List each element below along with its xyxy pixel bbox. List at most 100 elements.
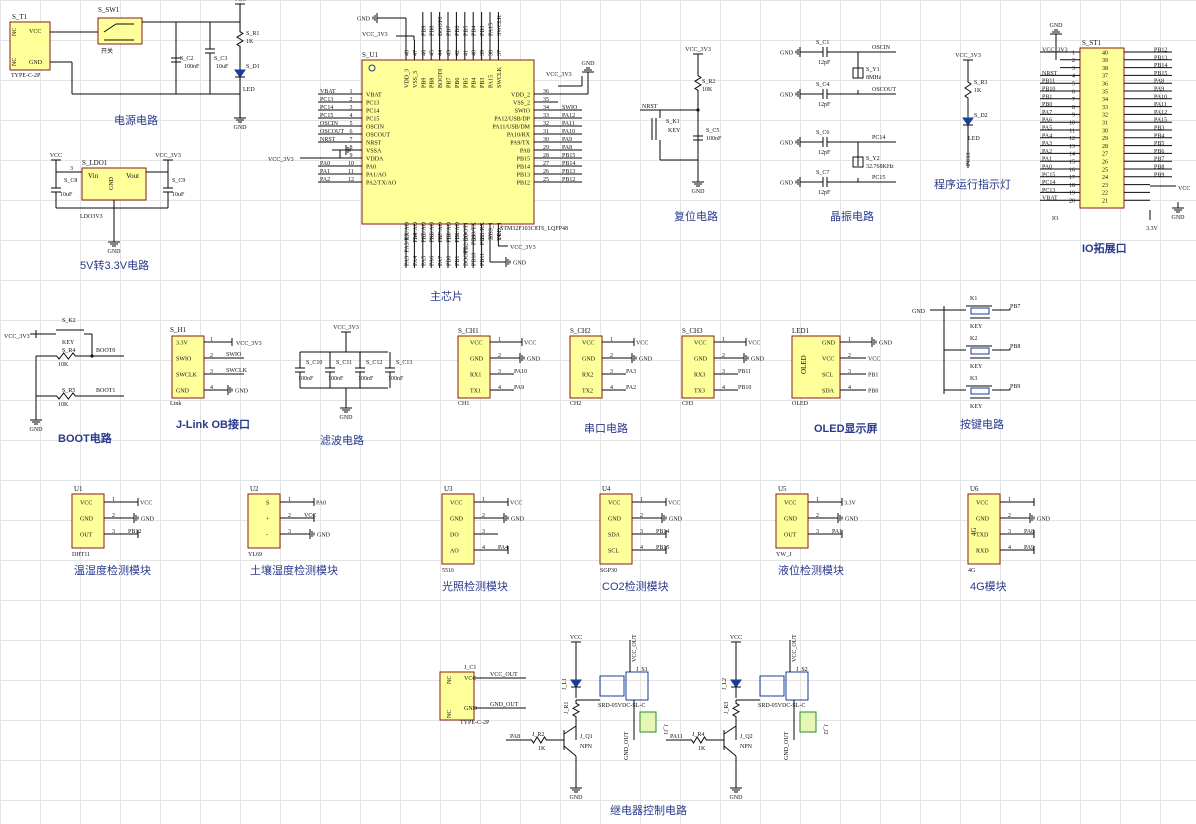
pin-num: 1	[1072, 50, 1075, 56]
pin-num: 23	[1102, 183, 1108, 189]
ref-label: S_C2	[180, 56, 193, 62]
power-label: VCC_3V3	[510, 245, 536, 251]
gnd-label: GND	[751, 357, 765, 363]
pin-name: VBAT	[366, 93, 382, 99]
value-label: 1K	[538, 746, 546, 752]
net-label: PA2	[320, 177, 330, 183]
pin-num: 11	[348, 169, 354, 175]
gnd-label: GND	[912, 309, 926, 315]
pin-name: GND	[80, 517, 94, 523]
pin-num: 1	[112, 497, 115, 503]
value-label: 10K	[702, 87, 713, 93]
pin-num: 39	[1102, 58, 1108, 64]
ref-label: S_D1	[246, 64, 260, 70]
gnd-label: GND	[570, 795, 584, 801]
pin-num: 39	[480, 50, 486, 56]
value-label: 100nF	[706, 136, 722, 142]
pin-num: 27	[543, 161, 549, 167]
pin-num: 2	[610, 353, 613, 359]
pin-num: 29	[543, 145, 549, 151]
pin-name: Vout	[126, 172, 139, 180]
pin-num: 37	[497, 50, 503, 56]
transistor	[723, 725, 737, 735]
net-label: PB15	[656, 545, 669, 551]
pin-name: SWIO	[176, 357, 192, 363]
ref-label: S_K2	[62, 318, 76, 324]
pin-num: 20	[1069, 199, 1075, 205]
ref-label: U3	[444, 485, 453, 493]
run-led-circuit: VCC_3V3 S_R3 1K S_D2 LED PC13 程序运行指示灯	[934, 53, 1011, 191]
transistor	[563, 745, 577, 757]
pin-num: 11	[1069, 128, 1075, 134]
pin-name: PA2/TX/AO	[366, 181, 397, 187]
net-label: VCC	[748, 341, 760, 347]
pin-num: 14	[413, 234, 419, 240]
ref-label: S_R3	[974, 80, 987, 86]
pin-num: 1	[350, 89, 353, 95]
net-label: PA7	[1042, 110, 1052, 116]
pin-name: -	[266, 533, 268, 539]
net-label: VCC_3V3	[1042, 48, 1068, 54]
net-label: PB5	[463, 26, 469, 36]
pin-name: PB8	[430, 78, 436, 88]
led-icon	[730, 679, 742, 688]
pin-num: 25	[1102, 167, 1108, 173]
ref-label: K1	[970, 296, 977, 302]
value-label: 8MHz	[866, 75, 882, 81]
pin-num: 7	[1072, 97, 1075, 103]
pin-name: RX3	[694, 373, 705, 379]
ref-label: S_C7	[816, 170, 829, 176]
net-label: VCC_OUT	[490, 672, 518, 678]
pin-name: PA12/USB/DP	[494, 117, 530, 123]
net-label: VCC	[668, 501, 680, 507]
net-label: PB0	[1042, 102, 1052, 108]
part-label: CH3	[682, 401, 693, 407]
net-label: PA6	[430, 256, 436, 266]
gnd-label: GND	[1050, 23, 1064, 29]
net-label: PA2	[1042, 149, 1052, 155]
pin-num: 38	[489, 50, 495, 56]
resistor	[694, 72, 702, 94]
pin-num: 5	[350, 121, 353, 127]
net-label: VCC	[510, 501, 522, 507]
net-label: PB13	[562, 169, 575, 175]
pin-num: 3	[70, 166, 73, 172]
pin-name: NRST	[366, 141, 382, 147]
pin-num: 1	[210, 337, 213, 343]
net-label: OSCIN	[872, 45, 891, 51]
pin-name: PA15	[489, 75, 495, 88]
ref-label: S_D2	[974, 113, 988, 119]
pin-num: 4	[640, 545, 643, 551]
pin-num: 2	[210, 353, 213, 359]
net-label: VCC	[524, 341, 536, 347]
power-label: VCC_3V3	[268, 157, 294, 163]
pin-num: 48	[405, 50, 411, 56]
ref-label: J_Q2	[740, 734, 753, 740]
net-label: PB13	[1154, 55, 1167, 61]
pin-name: PC15	[366, 117, 379, 123]
net-label: BOOT0	[96, 348, 115, 354]
pin-num: 40	[472, 50, 478, 56]
net-label: PA0	[316, 501, 326, 507]
ref-label: J_S1	[636, 667, 648, 673]
pin-num: 25	[543, 177, 549, 183]
pin-num: 9	[1072, 113, 1075, 119]
gnd-label: GND	[669, 517, 683, 523]
value-label: 10uF	[172, 192, 185, 198]
net-label: BOOT1	[96, 388, 115, 394]
pin-name: PB11/RX	[480, 221, 486, 245]
pin-num: 23	[489, 234, 495, 240]
gnd-label: GND	[582, 61, 596, 67]
net-label: PB9	[421, 26, 427, 36]
gnd-label: GND	[692, 189, 706, 195]
pin-name: GND	[608, 517, 622, 523]
pin-num: 2	[288, 513, 291, 519]
key-icon	[970, 387, 990, 395]
value-label: LED	[243, 87, 255, 93]
ref-label: S_R5	[62, 388, 75, 394]
section-title: 光照检测模块	[442, 579, 508, 593]
pin-name: SDA	[822, 389, 835, 395]
pin-name: SCL	[608, 549, 619, 555]
pin-num: 20	[463, 234, 469, 240]
pin-name: VSSA	[366, 149, 382, 155]
